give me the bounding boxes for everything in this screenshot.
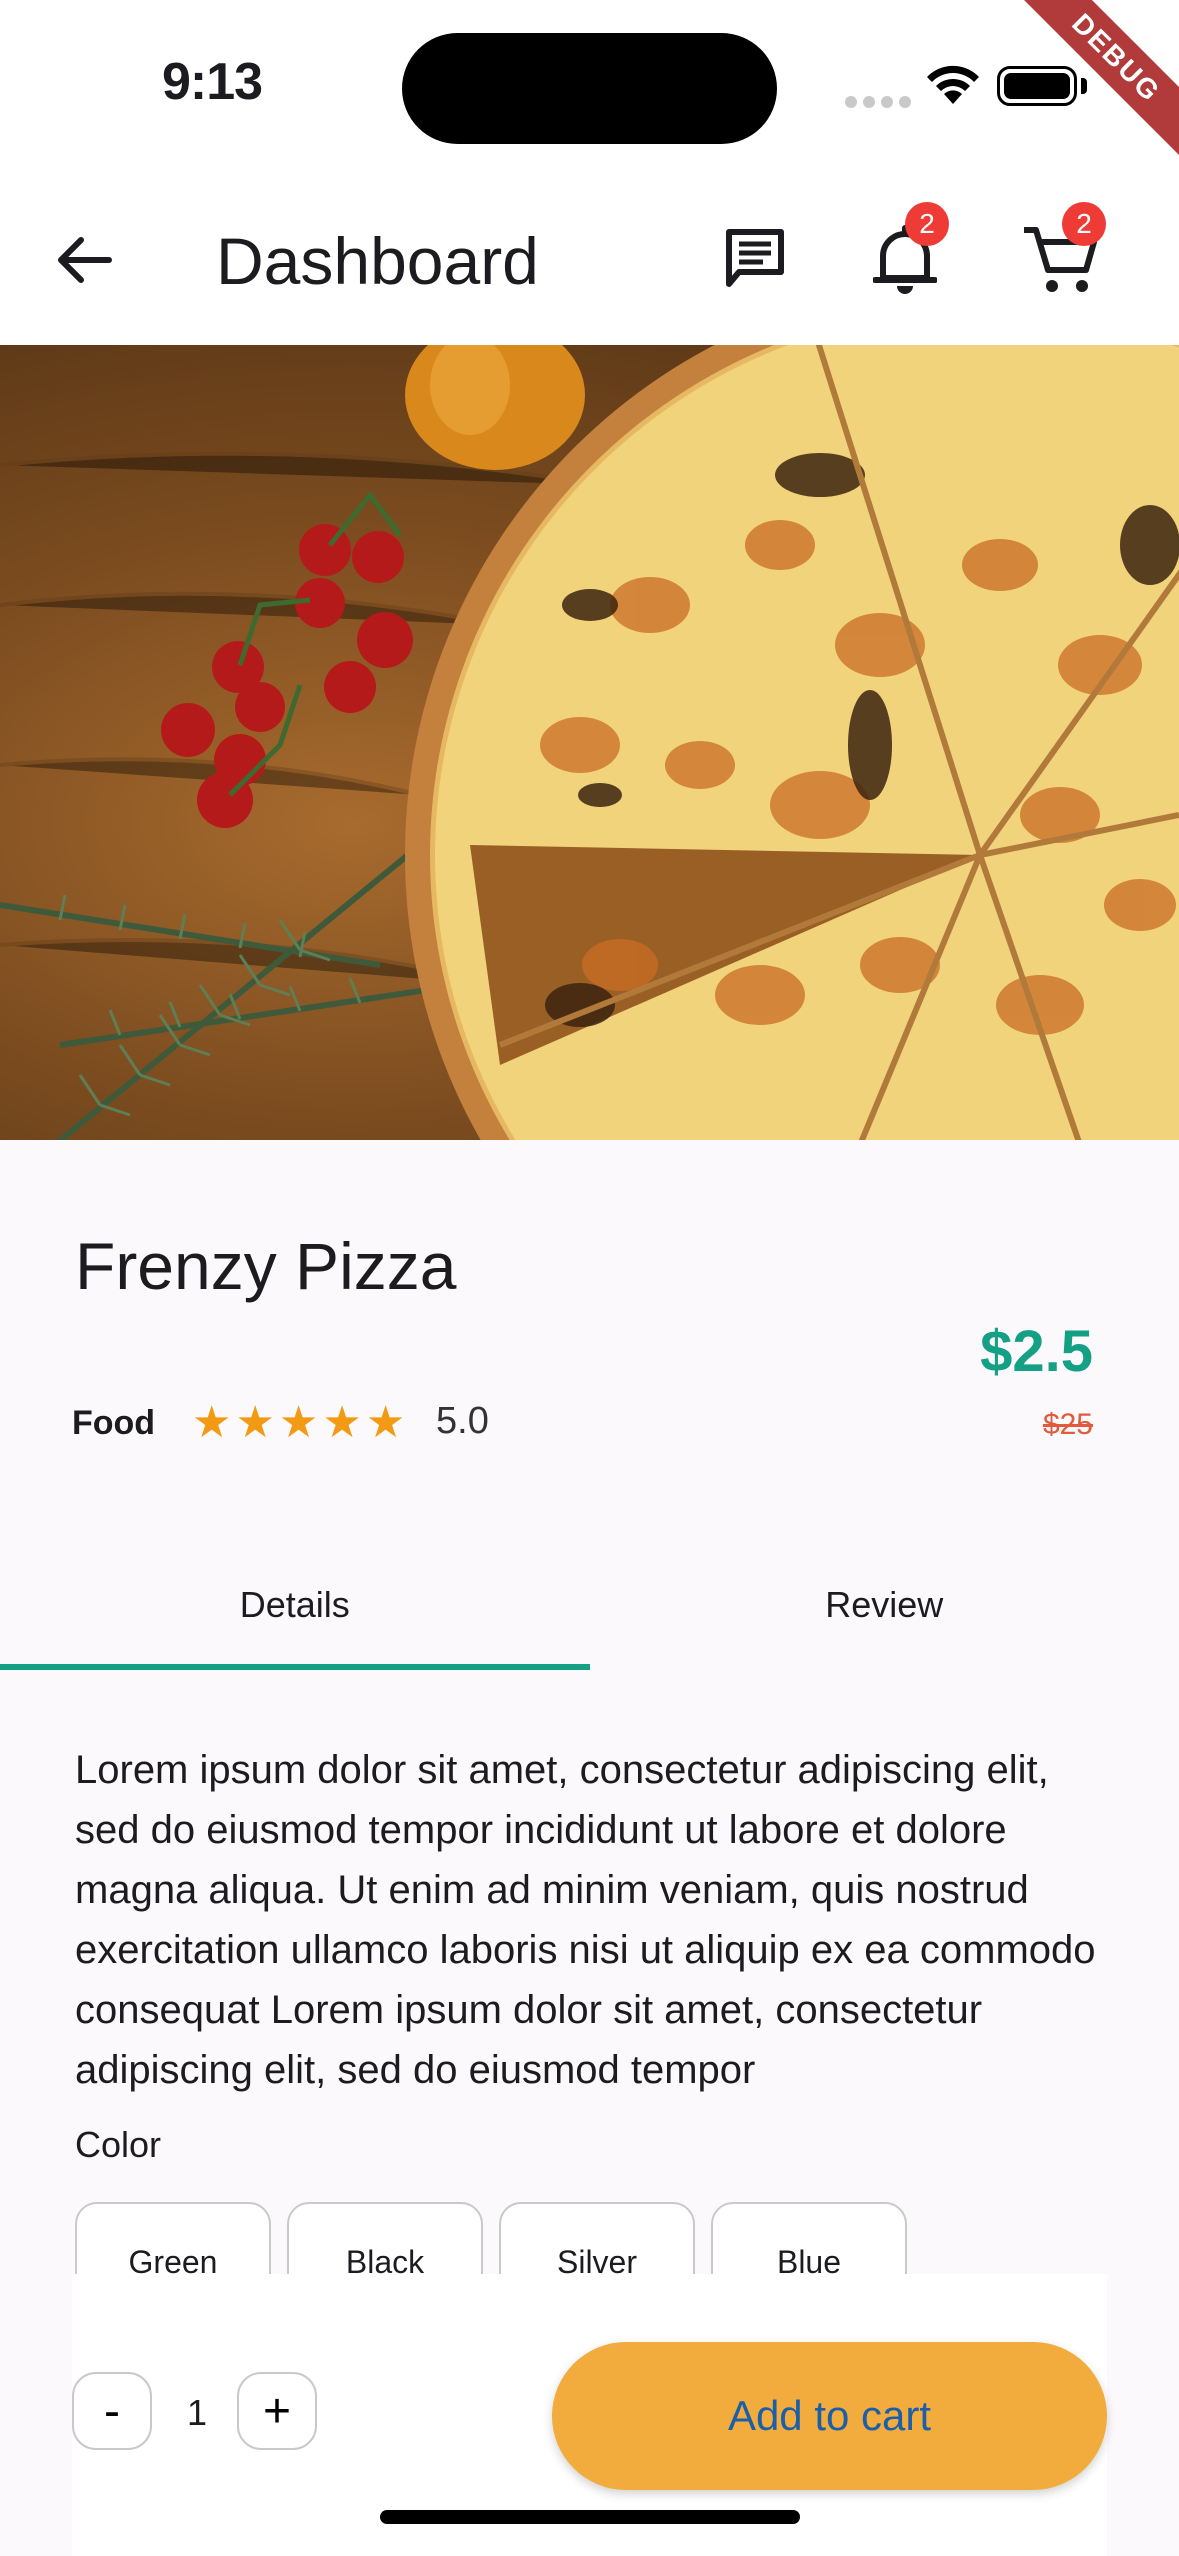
star-icon: ★ [235,1398,275,1447]
tab-details[interactable]: Details [0,1540,590,1670]
chat-button[interactable] [710,213,800,303]
star-icon: ★ [192,1398,232,1447]
battery-cap [1081,78,1087,94]
quantity-value: 1 [187,2392,208,2433]
cellular-signal-icon [845,96,911,108]
increase-quantity-button[interactable]: + [237,2372,317,2450]
status-bar: 9:13 DEBUG [0,0,1179,175]
product-name: Frenzy Pizza [75,1229,457,1303]
rating-value: 5.0 [436,1400,489,1442]
product-description: Lorem ipsum dolor sit amet, consectetur … [75,1748,1096,2092]
color-chip-black[interactable]: Black [287,2202,483,2274]
color-chip-green[interactable]: Green [75,2202,271,2274]
chat-icon [726,229,784,287]
product-image [0,345,1179,1140]
color-label: Color [75,2124,162,2165]
color-chip-silver[interactable]: Silver [499,2202,695,2274]
star-icon: ★ [365,1398,406,1447]
color-chip-blue[interactable]: Blue [711,2202,907,2274]
tab-review[interactable]: Review [590,1540,1179,1670]
back-arrow-icon [58,237,112,283]
back-button[interactable] [50,225,120,295]
pizza-illustration [0,345,1179,1140]
product-old-price: $25 [1042,1408,1093,1441]
battery-icon [997,66,1077,106]
tab-bar: Details Review [0,1540,1179,1670]
wifi-icon [924,64,982,111]
notifications-badge: 2 [905,202,949,246]
product-price: $2.5 [980,1319,1093,1384]
app-bar: Dashboard 2 2 [0,175,1179,345]
home-indicator[interactable] [380,2510,800,2524]
description-scroll[interactable]: Lorem ipsum dolor sit amet, consectetur … [75,1740,1105,2120]
product-category: Food [72,1404,156,1442]
star-icon: ★ [278,1398,319,1447]
star-icon: ★ [322,1398,362,1447]
page-title: Dashboard [216,224,539,298]
status-time: 9:13 [162,53,263,111]
decrease-quantity-button[interactable]: - [72,2372,152,2450]
rating-stars: ★ ★ ★ ★ ★ [192,1398,405,1448]
color-options: Green Black Silver Blue [75,2202,907,2274]
cart-badge: 2 [1062,202,1106,246]
dynamic-island [402,33,777,144]
add-to-cart-button[interactable]: Add to cart [552,2342,1107,2490]
